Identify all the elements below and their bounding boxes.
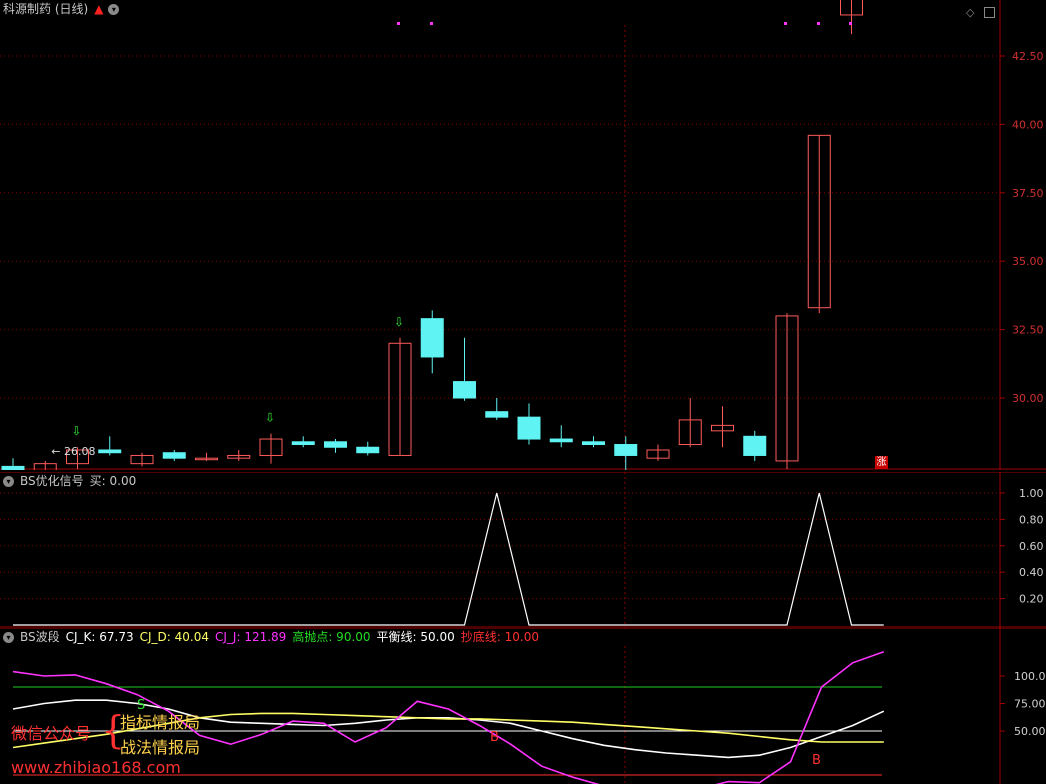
limit-up-badge: 涨 bbox=[875, 456, 888, 469]
candle-body bbox=[324, 441, 347, 448]
y-tick-label: 40.00 bbox=[1012, 118, 1044, 131]
y-tick-label: 0.40 bbox=[1019, 566, 1044, 579]
candle-body bbox=[485, 411, 509, 418]
sell-arrow-icon: ⇩ bbox=[72, 424, 82, 438]
watermark-account-2: 战法情报局 bbox=[120, 738, 201, 757]
watermark-wechat-label: 微信公众号 bbox=[11, 724, 92, 743]
candle-body bbox=[162, 452, 186, 459]
signal-dot bbox=[430, 22, 433, 25]
candle-body bbox=[291, 441, 315, 446]
buy-marker-b2: B bbox=[812, 753, 821, 768]
y-tick-label: 30.00 bbox=[1012, 392, 1044, 405]
signal-dot bbox=[784, 22, 787, 25]
candlestick-chart[interactable]: 55.0052.5050.0047.5045.0042.5040.0037.50… bbox=[0, 0, 1046, 470]
candle-body bbox=[549, 438, 573, 443]
candle-body bbox=[1, 465, 25, 470]
y-tick-label: 0.20 bbox=[1019, 593, 1044, 606]
candle-body bbox=[98, 449, 122, 454]
candle-body bbox=[420, 318, 444, 358]
y-tick-label: 1.00 bbox=[1019, 487, 1044, 500]
signal-dot bbox=[849, 22, 852, 25]
watermark-url: www.zhibiao168.com bbox=[11, 758, 181, 777]
y-tick-label: 75.00 bbox=[1014, 698, 1046, 711]
sell-arrow-icon: ⇩ bbox=[265, 411, 275, 425]
y-tick-label: 32.50 bbox=[1012, 324, 1044, 337]
candle-body bbox=[356, 446, 380, 454]
candle-body bbox=[743, 435, 767, 456]
main-chart-panel: 科源制药 (日线) ▲ ▾ ◇ 55.0052.5050.0047.5045.0… bbox=[0, 0, 1046, 470]
signal-dot bbox=[397, 22, 400, 25]
y-tick-label: 35.00 bbox=[1012, 255, 1044, 268]
watermark-account-1: 指标情报局 bbox=[120, 713, 201, 732]
sell-arrow-icon: ⇩ bbox=[394, 315, 404, 329]
y-tick-label: 50.00 bbox=[1014, 725, 1046, 738]
candle-body bbox=[614, 444, 638, 456]
buy-signal-line bbox=[13, 492, 884, 626]
signal-panel: ▾ BS优化信号 买: 0.00 1.00 0.80 0.60 0.40 0.20 bbox=[0, 472, 1046, 628]
y-tick-label: 42.50 bbox=[1012, 50, 1044, 63]
signal-dot bbox=[817, 22, 820, 25]
y-tick-label: 100.0 bbox=[1014, 670, 1046, 683]
signal-line-chart[interactable]: 1.00 0.80 0.60 0.40 0.20 bbox=[0, 472, 1046, 628]
candle-body bbox=[453, 381, 476, 399]
buy-marker-b1: B bbox=[490, 730, 499, 745]
low-price-label: ← 26.08 bbox=[51, 445, 95, 458]
y-tick-label: 0.80 bbox=[1019, 513, 1044, 526]
y-tick-label: 0.60 bbox=[1019, 540, 1044, 553]
candle-body bbox=[517, 416, 541, 440]
candle-body bbox=[582, 441, 605, 446]
y-tick-label: 37.50 bbox=[1012, 187, 1044, 200]
